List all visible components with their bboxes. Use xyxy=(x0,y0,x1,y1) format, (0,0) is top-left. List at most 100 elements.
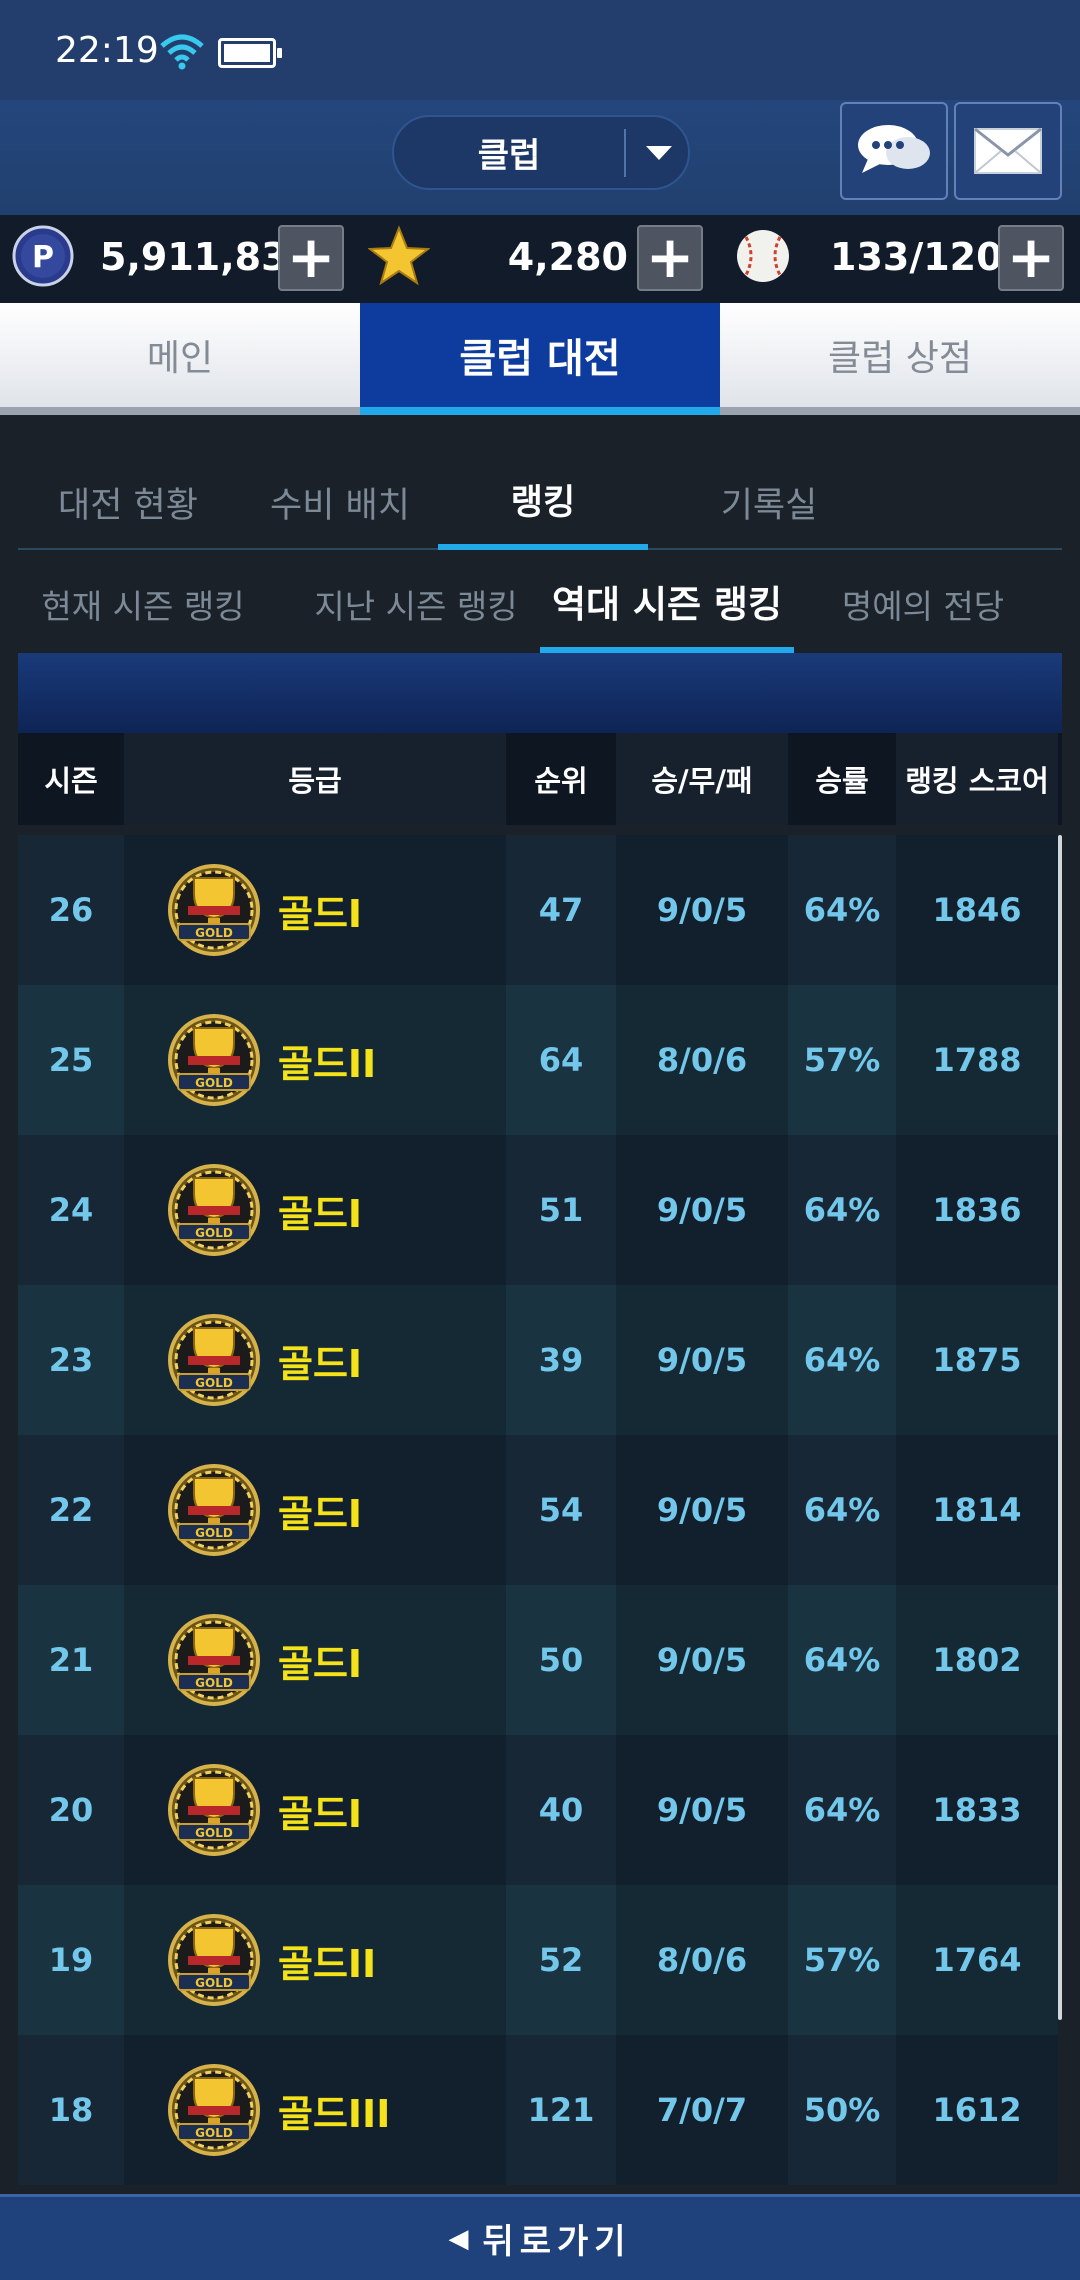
season-cell: 23 xyxy=(48,1341,94,1379)
winrate-cell: 64% xyxy=(803,891,881,929)
status-bar: 22:19 xyxy=(0,0,1080,100)
svg-text:GOLD: GOLD xyxy=(195,1826,233,1840)
svg-text:GOLD: GOLD xyxy=(195,1226,233,1240)
gold-trophy-badge-icon: GOLD xyxy=(168,1164,260,1256)
add-balls-button[interactable]: + xyxy=(998,225,1064,291)
header-score: 랭킹 스코어 xyxy=(896,733,1058,825)
add-stars-button[interactable]: + xyxy=(637,225,703,291)
tab-defense-setup[interactable]: 수비 배치 xyxy=(250,455,430,550)
back-button[interactable]: ◀ 뒤로가기 xyxy=(0,2194,1080,2280)
rank-cell: 47 xyxy=(538,891,584,929)
mail-button[interactable] xyxy=(954,102,1062,200)
record-cell: 9/0/5 xyxy=(616,1285,788,1435)
currency-bar: P 5,911,834 + 4,280 + 133/120 + xyxy=(0,215,1080,303)
score-cell: 1814 xyxy=(896,1435,1058,1585)
rank-cell: 52 xyxy=(538,1941,584,1979)
svg-text:GOLD: GOLD xyxy=(195,1976,233,1990)
record-cell: 7/0/7 xyxy=(616,2035,788,2185)
club-dropdown-label: 클럽 xyxy=(477,136,541,176)
envelope-icon xyxy=(974,127,1042,174)
gold-trophy-badge-icon: GOLD xyxy=(168,1464,260,1556)
header-season: 시즌 xyxy=(44,764,98,798)
season-cell: 25 xyxy=(48,1041,94,1079)
record-cell: 9/0/5 xyxy=(616,1735,788,1885)
gold-trophy-badge-icon: GOLD xyxy=(168,1614,260,1706)
svg-text:GOLD: GOLD xyxy=(195,1526,233,1540)
table-banner xyxy=(18,653,1062,733)
tab-current-season[interactable]: 현재 시즌 랭킹 xyxy=(18,555,268,653)
rank-cell: 64 xyxy=(538,1041,584,1079)
tab-ranking[interactable]: 랭킹 xyxy=(438,455,648,550)
grade-label: 골드I xyxy=(278,1341,363,1386)
add-points-button[interactable]: + xyxy=(278,225,344,291)
score-cell: 1764 xyxy=(896,1885,1058,2035)
battery-icon xyxy=(218,38,282,68)
table-row: 19 GOLD 골드II 52 8/0/6 57% 1764 xyxy=(18,1885,1058,2035)
baseball-icon xyxy=(737,230,789,282)
grade-label: 골드II xyxy=(278,1041,377,1086)
tab-club-shop[interactable]: 클럽 상점 xyxy=(720,303,1080,415)
scrollbar[interactable] xyxy=(1058,835,1062,2020)
table-row: 21 GOLD 골드I 50 9/0/5 64% 1802 xyxy=(18,1585,1058,1735)
gold-trophy-badge-icon: GOLD xyxy=(168,1764,260,1856)
tab-battle-status[interactable]: 대전 현황 xyxy=(38,455,218,550)
grade-label: 골드I xyxy=(278,1491,363,1536)
star-icon xyxy=(368,225,430,286)
grade-cell: GOLD 골드I xyxy=(124,1735,506,1885)
season-cell: 21 xyxy=(48,1641,94,1679)
winrate-cell: 50% xyxy=(803,2091,881,2129)
tab-hall-of-fame[interactable]: 명예의 전당 xyxy=(808,555,1038,653)
winrate-cell: 64% xyxy=(803,1341,881,1379)
tab-club-battle[interactable]: 클럽 대전 xyxy=(360,303,720,415)
table-row: 24 GOLD 골드I 51 9/0/5 64% 1836 xyxy=(18,1135,1058,1285)
season-cell: 19 xyxy=(48,1941,94,1979)
status-time: 22:19 xyxy=(55,30,159,71)
tab-all-seasons[interactable]: 역대 시즌 랭킹 xyxy=(540,555,794,653)
score-cell: 1802 xyxy=(896,1585,1058,1735)
svg-text:GOLD: GOLD xyxy=(195,1676,233,1690)
winrate-cell: 64% xyxy=(803,1791,881,1829)
season-cell: 20 xyxy=(48,1791,94,1829)
winrate-cell: 64% xyxy=(803,1641,881,1679)
rank-cell: 39 xyxy=(538,1341,584,1379)
rank-cell: 121 xyxy=(527,2091,595,2129)
ranking-tabs: 현재 시즌 랭킹 지난 시즌 랭킹 역대 시즌 랭킹 명예의 전당 xyxy=(18,555,1062,653)
ranking-table: 26 GOLD 골드I 47 9/0/5 64% 1846 25 GOLD 골드… xyxy=(18,835,1058,2185)
chat-button[interactable] xyxy=(840,102,948,200)
gold-trophy-badge-icon: GOLD xyxy=(168,1914,260,2006)
svg-text:GOLD: GOLD xyxy=(195,2126,233,2140)
divider xyxy=(624,128,626,177)
winrate-cell: 57% xyxy=(803,1041,881,1079)
tab-last-season[interactable]: 지난 시즌 랭킹 xyxy=(298,555,534,653)
chat-icon xyxy=(858,125,930,173)
tab-records[interactable]: 기록실 xyxy=(674,455,864,550)
table-header: 시즌 등급 순위 승/무/패 승률 랭킹 스코어 xyxy=(18,733,1062,825)
grade-cell: GOLD 골드I xyxy=(124,1435,506,1585)
table-row: 20 GOLD 골드I 40 9/0/5 64% 1833 xyxy=(18,1735,1058,1885)
record-cell: 9/0/5 xyxy=(616,1585,788,1735)
table-row: 25 GOLD 골드II 64 8/0/6 57% 1788 xyxy=(18,985,1058,1135)
score-cell: 1788 xyxy=(896,985,1058,1135)
table-row: 26 GOLD 골드I 47 9/0/5 64% 1846 xyxy=(18,835,1058,985)
header-rank: 순위 xyxy=(534,764,588,798)
stars-value: 4,280 xyxy=(507,235,628,279)
record-cell: 8/0/6 xyxy=(616,1885,788,2035)
club-dropdown[interactable]: 클럽 xyxy=(392,115,690,190)
record-cell: 9/0/5 xyxy=(616,1135,788,1285)
grade-cell: GOLD 골드II xyxy=(124,1885,506,2035)
balls-value: 133/120 xyxy=(830,235,1003,279)
header-record: 승/무/패 xyxy=(616,733,788,825)
grade-cell: GOLD 골드I xyxy=(124,1585,506,1735)
table-row: 18 GOLD 골드III 121 7/0/7 50% 1612 xyxy=(18,2035,1058,2185)
score-cell: 1836 xyxy=(896,1135,1058,1285)
score-cell: 1875 xyxy=(896,1285,1058,1435)
table-row: 22 GOLD 골드I 54 9/0/5 64% 1814 xyxy=(18,1435,1058,1585)
rank-cell: 50 xyxy=(538,1641,584,1679)
season-cell: 24 xyxy=(48,1191,94,1229)
tab-main[interactable]: 메인 xyxy=(0,303,360,415)
rank-cell: 40 xyxy=(538,1791,584,1829)
points-coin-icon: P xyxy=(12,225,74,287)
grade-label: 골드II xyxy=(278,1941,377,1986)
points-value: 5,911,834 xyxy=(100,235,314,279)
score-cell: 1833 xyxy=(896,1735,1058,1885)
